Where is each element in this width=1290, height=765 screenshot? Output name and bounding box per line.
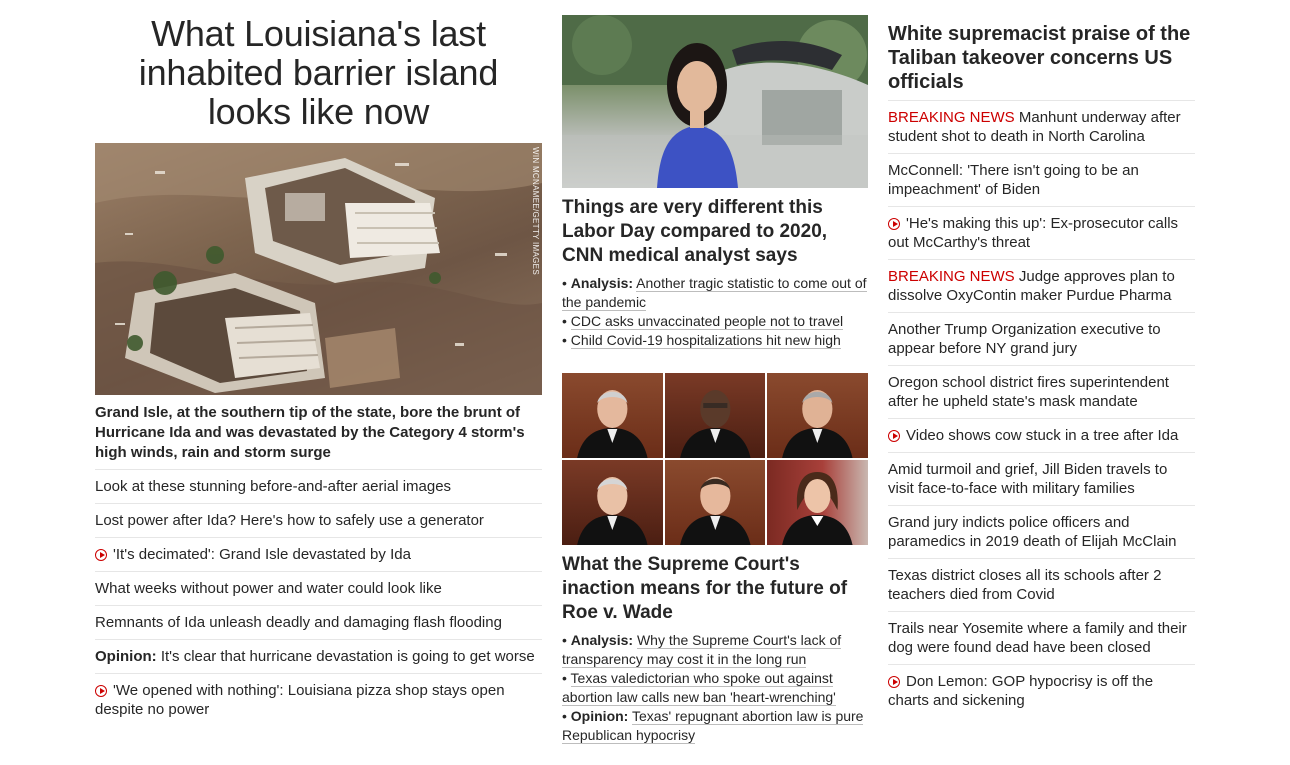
link-text[interactable]: Grand jury indicts police officers and p…	[888, 514, 1177, 550]
analyst-photo-illustration	[562, 15, 868, 188]
aerial-photo-illustration	[95, 143, 542, 395]
justice-portrait	[767, 373, 868, 458]
related-links-list: Look at these stunning before-and-after …	[95, 469, 542, 726]
link-text[interactable]: What weeks without power and water could…	[95, 580, 442, 597]
headline-list: BREAKING NEWS Manhunt underway after stu…	[888, 100, 1195, 717]
list-item[interactable]: 'We opened with nothing': Louisiana pizz…	[95, 673, 542, 726]
list-item[interactable]: Amid turmoil and grief, Jill Biden trave…	[888, 452, 1195, 505]
link-text[interactable]: Texas valedictorian who spoke out agains…	[562, 670, 836, 706]
bullet-item[interactable]: • Texas valedictorian who spoke out agai…	[562, 669, 868, 707]
link-text[interactable]: Lost power after Ida? Here's how to safe…	[95, 512, 484, 529]
link-text[interactable]: 'We opened with nothing': Louisiana pizz…	[95, 682, 505, 718]
story-bullets: • Analysis: Why the Supreme Court's lack…	[562, 631, 868, 745]
breaking-news-label: BREAKING NEWS	[888, 109, 1015, 126]
link-text[interactable]: CDC asks unvaccinated people not to trav…	[570, 313, 844, 330]
list-item[interactable]: Texas district closes all its schools af…	[888, 558, 1195, 611]
middle-column: Things are very different this Labor Day…	[562, 15, 868, 745]
justice-portrait	[664, 460, 766, 545]
analysis-label: Analysis:	[570, 632, 634, 648]
opinion-label: Opinion:	[95, 648, 157, 665]
link-text[interactable]: It's clear that hurricane devastation is…	[157, 648, 535, 665]
list-item[interactable]: 'It's decimated': Grand Isle devastated …	[95, 537, 542, 571]
link-text[interactable]: Don Lemon: GOP hypocrisy is off the char…	[888, 673, 1153, 709]
justice-portrait	[562, 373, 663, 458]
bullet-item[interactable]: • CDC asks unvaccinated people not to tr…	[562, 312, 868, 331]
link-text[interactable]: Trails near Yosemite where a family and …	[888, 620, 1187, 656]
link-text[interactable]: Child Covid-19 hospitalizations hit new …	[570, 332, 841, 349]
lead-headline[interactable]: What Louisiana's last inhabited barrier …	[95, 14, 542, 131]
bullet-item[interactable]: • Child Covid-19 hospitalizations hit ne…	[562, 331, 868, 350]
story-bullets: • Analysis: Another tragic statistic to …	[562, 274, 868, 350]
medical-analyst-image[interactable]	[562, 15, 868, 188]
list-item[interactable]: Grand jury indicts police officers and p…	[888, 505, 1195, 558]
link-text[interactable]: Video shows cow stuck in a tree after Id…	[906, 427, 1178, 444]
link-text[interactable]: McConnell: 'There isn't going to be an i…	[888, 162, 1139, 198]
story-headline[interactable]: Things are very different this Labor Day…	[562, 196, 868, 268]
list-item[interactable]: Another Trump Organization executive to …	[888, 312, 1195, 365]
play-video-icon	[95, 549, 107, 561]
lead-image-hurricane-damage[interactable]: WIN MCNAMEE/GETTY IMAGES	[95, 143, 542, 395]
list-item[interactable]: Remnants of Ida unleash deadly and damag…	[95, 605, 542, 639]
list-item[interactable]: Video shows cow stuck in a tree after Id…	[888, 418, 1195, 452]
justice-portrait	[767, 460, 868, 545]
link-text[interactable]: Look at these stunning before-and-after …	[95, 478, 451, 495]
list-item[interactable]: Look at these stunning before-and-after …	[95, 469, 542, 503]
link-text[interactable]: Remnants of Ida unleash deadly and damag…	[95, 614, 502, 631]
supreme-court-justices-image[interactable]	[562, 373, 868, 545]
breaking-news-label: BREAKING NEWS	[888, 268, 1015, 285]
list-item[interactable]: What weeks without power and water could…	[95, 571, 542, 605]
link-text[interactable]: Texas district closes all its schools af…	[888, 567, 1161, 603]
bullet-item[interactable]: • Analysis: Why the Supreme Court's lack…	[562, 631, 868, 669]
play-video-icon	[888, 430, 900, 442]
lead-story-column: What Louisiana's last inhabited barrier …	[95, 14, 542, 726]
bullet-item[interactable]: • Opinion: Texas' repugnant abortion law…	[562, 707, 868, 745]
list-item[interactable]: McConnell: 'There isn't going to be an i…	[888, 153, 1195, 206]
justice-portrait	[562, 460, 663, 545]
link-text[interactable]: Oregon school district fires superintend…	[888, 374, 1169, 410]
list-item[interactable]: 'He's making this up': Ex-prosecutor cal…	[888, 206, 1195, 259]
top-headline[interactable]: White supremacist praise of the Taliban …	[888, 22, 1195, 94]
play-video-icon	[888, 218, 900, 230]
opinion-label: Opinion:	[570, 708, 629, 724]
link-text[interactable]: Amid turmoil and grief, Jill Biden trave…	[888, 461, 1167, 497]
analysis-label: Analysis:	[570, 275, 634, 291]
story-headline[interactable]: What the Supreme Court's inaction means …	[562, 553, 868, 625]
list-item[interactable]: Trails near Yosemite where a family and …	[888, 611, 1195, 664]
news-homepage: What Louisiana's last inhabited barrier …	[0, 0, 1290, 765]
headlines-column: White supremacist praise of the Taliban …	[888, 22, 1195, 717]
image-credit: WIN MCNAMEE/GETTY IMAGES	[531, 147, 540, 275]
lead-caption[interactable]: Grand Isle, at the southern tip of the s…	[95, 403, 542, 463]
list-item[interactable]: Oregon school district fires superintend…	[888, 365, 1195, 418]
link-text[interactable]: 'He's making this up': Ex-prosecutor cal…	[888, 215, 1178, 251]
list-item[interactable]: Lost power after Ida? Here's how to safe…	[95, 503, 542, 537]
play-video-icon	[888, 676, 900, 688]
list-item[interactable]: BREAKING NEWS Manhunt underway after stu…	[888, 100, 1195, 153]
list-item[interactable]: Don Lemon: GOP hypocrisy is off the char…	[888, 664, 1195, 717]
play-video-icon	[95, 685, 107, 697]
link-text[interactable]: Another Trump Organization executive to …	[888, 321, 1161, 357]
bullet-item[interactable]: • Analysis: Another tragic statistic to …	[562, 274, 868, 312]
link-text[interactable]: 'It's decimated': Grand Isle devastated …	[113, 546, 411, 563]
list-item[interactable]: BREAKING NEWS Judge approves plan to dis…	[888, 259, 1195, 312]
justice-portrait	[664, 373, 766, 458]
list-item[interactable]: Opinion: It's clear that hurricane devas…	[95, 639, 542, 673]
